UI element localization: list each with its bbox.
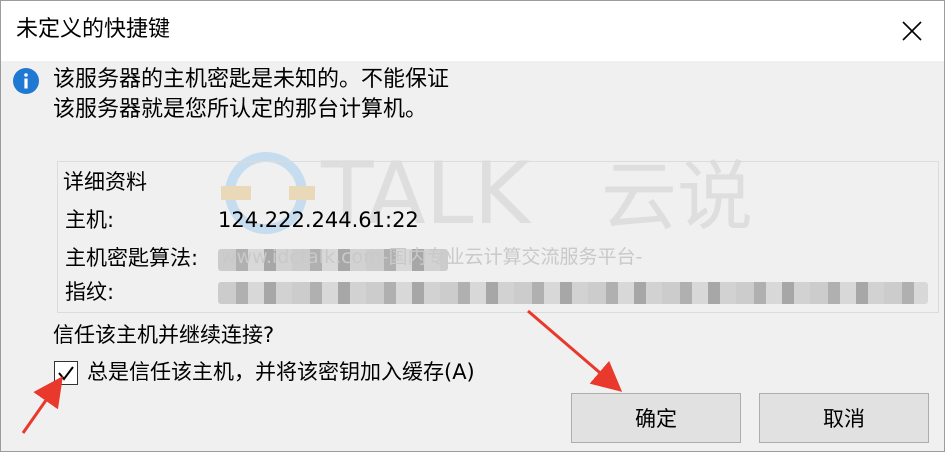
host-value: 124.222.244.61:22 (218, 208, 419, 232)
always-trust-checkbox[interactable] (54, 361, 78, 385)
info-icon (13, 68, 39, 94)
host-label: 主机: (65, 208, 115, 232)
arrow-to-checkbox (21, 376, 63, 434)
check-icon (58, 366, 74, 381)
trust-question: 信任该主机并继续连接? (53, 323, 275, 347)
key-algorithm-label: 主机密匙算法: (65, 246, 199, 270)
close-icon (902, 21, 922, 41)
title-bar: 未定义的快捷键 (1, 1, 944, 61)
always-trust-label[interactable]: 总是信任该主机，并将该密钥加入缓存(A) (87, 358, 475, 386)
details-group: 详细资料 主机: 124.222.244.61:22 主机密匙算法: 指纹: (57, 161, 939, 313)
close-button[interactable] (894, 13, 930, 49)
arrow-to-ok (527, 309, 623, 392)
key-algorithm-value-redacted (218, 249, 448, 271)
window-title: 未定义的快捷键 (16, 17, 171, 42)
ok-button[interactable]: 确定 (571, 393, 741, 443)
dialog-window: 未定义的快捷键 该服务器的主机密匙是未知的。不能保证该服务器就是您所认定的那台计… (0, 0, 945, 452)
fingerprint-value-redacted (218, 282, 928, 304)
details-title: 详细资料 (63, 170, 147, 194)
message-text: 该服务器的主机密匙是未知的。不能保证该服务器就是您所认定的那台计算机。 (53, 67, 450, 122)
fingerprint-label: 指纹: (65, 280, 115, 304)
cancel-button[interactable]: 取消 (759, 393, 929, 443)
